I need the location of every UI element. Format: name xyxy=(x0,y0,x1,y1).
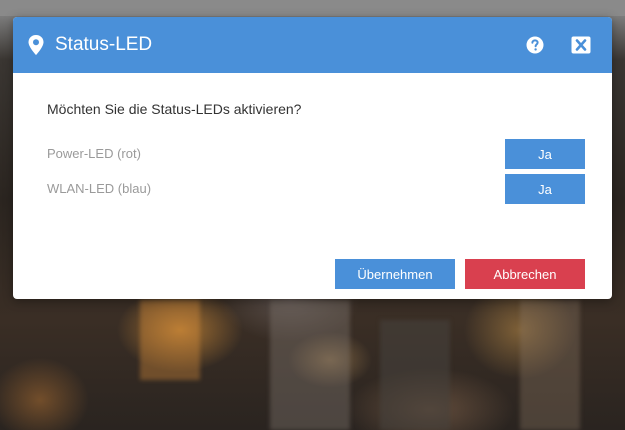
dialog-title: Status-LED xyxy=(55,34,153,55)
background-building xyxy=(380,320,450,430)
wlan-led-toggle-button[interactable]: Ja xyxy=(505,174,585,204)
power-led-label: Power-LED (rot) xyxy=(47,146,141,161)
cancel-button[interactable]: Abbrechen xyxy=(465,259,585,289)
wlan-led-label: WLAN-LED (blau) xyxy=(47,181,152,196)
power-led-toggle-button[interactable]: Ja xyxy=(505,139,585,169)
background-building xyxy=(270,300,350,430)
background-building xyxy=(140,300,200,380)
apply-button[interactable]: Übernehmen xyxy=(335,259,455,289)
dialog-header: Status-LED xyxy=(13,17,612,73)
dialog-question: Möchten Sie die Status-LEDs aktivieren? xyxy=(47,101,302,117)
help-icon[interactable] xyxy=(526,36,544,54)
map-pin-icon xyxy=(28,35,44,55)
top-bar xyxy=(0,0,625,16)
status-led-dialog: Status-LED Möchten Sie die Status-LEDs a… xyxy=(13,17,612,299)
background-building xyxy=(520,300,580,430)
close-icon[interactable] xyxy=(571,36,591,54)
